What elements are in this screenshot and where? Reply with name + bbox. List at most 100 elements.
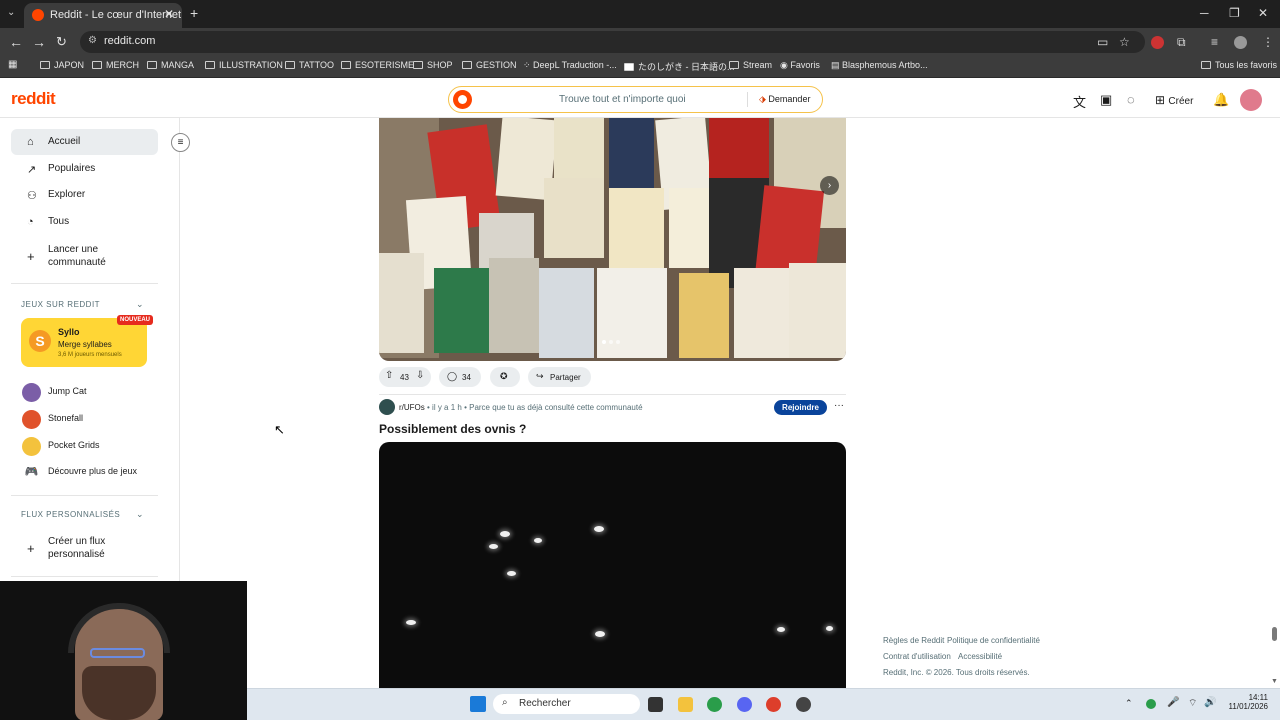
install-app-icon[interactable]: ▭ <box>1097 35 1108 49</box>
ads-icon[interactable]: ▣ <box>1100 92 1112 108</box>
restore-icon[interactable]: ❐ <box>1229 6 1240 20</box>
bookmark-esoterisme[interactable]: ESOTERISME <box>341 60 414 70</box>
file-explorer-icon[interactable] <box>678 697 693 712</box>
reddit-logo[interactable]: reddit <box>11 89 56 109</box>
app-icon[interactable] <box>796 697 811 712</box>
collapse-sidebar-icon[interactable]: ≡ <box>171 133 190 152</box>
translate-icon[interactable]: 文 <box>1073 92 1086 111</box>
bookmark-shop[interactable]: SHOP <box>413 60 453 70</box>
downvote-icon[interactable]: ⇩ <box>416 370 424 381</box>
game-tagline: Merge syllabes <box>58 340 112 349</box>
browser-tab[interactable]: Reddit - Le cœur d'Internet ✕ <box>24 3 182 28</box>
jump-cat-icon <box>22 383 41 402</box>
close-tab-icon[interactable]: ✕ <box>164 7 174 21</box>
minimize-icon[interactable]: ─ <box>1200 6 1209 20</box>
sidebar-item-explore[interactable]: ⚇ Explorer <box>11 182 158 208</box>
carousel-dot[interactable] <box>602 340 606 344</box>
chevron-down-icon[interactable]: ⌄ <box>136 509 144 520</box>
chevron-down-icon[interactable]: ⌄ <box>136 299 144 310</box>
forward-icon[interactable]: → <box>32 34 46 50</box>
search-input[interactable]: Trouve tout et n'importe quoi ⬗ Demander <box>448 86 823 113</box>
tray-overflow-icon[interactable]: ⌃ <box>1125 698 1133 709</box>
wifi-icon[interactable]: ⌔ <box>1188 697 1197 710</box>
back-icon[interactable]: ← <box>9 34 23 50</box>
comments-button[interactable]: ◯ 34 <box>439 367 481 387</box>
bookmark-illustration[interactable]: ILLUSTRATION <box>205 60 283 70</box>
extensions-icon[interactable]: ⧉ <box>1177 35 1186 50</box>
chat-icon[interactable]: ◌ <box>1127 92 1135 107</box>
footer-accessibility-link[interactable]: Accessibilité <box>958 652 1002 661</box>
subreddit-icon[interactable] <box>379 399 395 415</box>
share-button[interactable]: ↪ Partager <box>528 367 591 387</box>
award-button[interactable]: ✪ <box>490 367 520 387</box>
subreddit-name[interactable]: r/UFOs <box>399 403 425 412</box>
create-community-button[interactable]: + Lancer une communauté <box>11 240 158 272</box>
volume-icon[interactable]: 🔊 <box>1204 697 1216 708</box>
post-title[interactable]: Possiblement des ovnis ? <box>379 422 526 436</box>
sidebar-item-label: Populaires <box>48 163 96 174</box>
footer-rules-link[interactable]: Règles de Reddit <box>883 636 944 645</box>
bookmark-star-icon[interactable]: ☆ <box>1119 35 1130 49</box>
bookmark-deepl[interactable]: ⁘ DeepL Traduction -... <box>523 60 617 71</box>
bookmark-favoris[interactable]: ◉ Favoris <box>780 60 820 71</box>
taskbar-clock[interactable]: 14:11 11/01/2026 <box>1226 693 1268 711</box>
upvote-icon[interactable]: ⇧ <box>385 370 393 381</box>
sidebar-item-all[interactable]: ◔ Tous <box>11 209 158 235</box>
tab-list-icon[interactable]: ⌄ <box>7 7 15 18</box>
footer-privacy-link[interactable]: Politique de confidentialité <box>947 636 1040 645</box>
new-tab-icon[interactable]: + <box>190 5 198 21</box>
bookmark-japon[interactable]: JAPON <box>40 60 84 70</box>
bookmark-tanoshigaki[interactable]: たのしがき - 日本語の... <box>624 60 735 73</box>
window-close-icon[interactable]: ✕ <box>1258 6 1268 20</box>
sidebar-item-home[interactable]: ⌂ Accueil <box>11 129 158 155</box>
discord-icon[interactable] <box>737 697 752 712</box>
post-video[interactable] <box>379 442 846 688</box>
bookmark-tattoo[interactable]: TATTOO <box>285 60 334 70</box>
scrollbar-thumb[interactable] <box>1272 627 1277 641</box>
more-options-icon[interactable]: ··· <box>834 400 844 411</box>
carousel-dot[interactable] <box>609 340 613 344</box>
taskbar-search-input[interactable]: ⌕ Rechercher <box>493 694 640 714</box>
profile-icon[interactable] <box>1234 36 1247 49</box>
post-image-carousel[interactable] <box>379 118 846 361</box>
create-button[interactable]: ⊞ Créer <box>1155 93 1193 107</box>
apps-icon[interactable]: ▦ <box>8 59 17 70</box>
site-info-icon[interactable]: ⚙ <box>88 35 97 46</box>
bookmark-all[interactable]: Tous les favoris <box>1201 60 1277 70</box>
scroll-down-arrow-icon[interactable]: ▼ <box>1271 678 1278 685</box>
light-spot <box>534 538 542 543</box>
pocket-grids-icon <box>22 437 41 456</box>
chrome-app-icon[interactable] <box>766 697 781 712</box>
search-placeholder: Trouve tout et n'importe quoi <box>559 94 686 105</box>
gamepad-icon: 🎮 <box>24 466 39 478</box>
bookmark-gestion[interactable]: GESTION <box>462 60 517 70</box>
reload-icon[interactable]: ↻ <box>56 34 67 50</box>
carousel-dot[interactable] <box>616 340 620 344</box>
menu-icon[interactable]: ⋮ <box>1262 35 1274 49</box>
ask-button[interactable]: ⬗ Demander <box>759 94 810 105</box>
extension-badge-icon[interactable] <box>1151 36 1164 49</box>
bookmark-manga[interactable]: MANGA <box>147 60 194 70</box>
bookmark-stream[interactable]: Stream <box>729 60 772 70</box>
folder-icon <box>1201 61 1211 69</box>
address-bar[interactable]: ⚙ reddit.com <box>80 31 1145 53</box>
windows-start-icon[interactable] <box>470 696 486 712</box>
post-time: il y a 1 h <box>432 403 462 412</box>
carousel-next-icon[interactable]: › <box>820 176 839 195</box>
featured-game-card[interactable]: S Syllo Merge syllabes 3,6 M joueurs men… <box>21 315 154 367</box>
games-section-title: JEUX SUR REDDIT <box>21 300 101 309</box>
chrome-icon[interactable] <box>707 697 722 712</box>
sidebar-item-popular[interactable]: ↗ Populaires <box>11 156 158 182</box>
bookmark-blasphemous[interactable]: ▤ Blasphemous Artbo... <box>831 60 928 71</box>
media-icon[interactable]: ≡ <box>1211 35 1218 49</box>
footer-terms-link[interactable]: Contrat d'utilisation <box>883 652 951 661</box>
create-feed-button[interactable]: + Créer un flux personnalisé <box>11 533 158 563</box>
join-button[interactable]: Rejoindre <box>774 400 827 415</box>
network-icon[interactable]: 🎤 <box>1167 697 1179 708</box>
notifications-icon[interactable]: 🔔 <box>1213 92 1229 108</box>
avatar[interactable] <box>1240 89 1262 111</box>
security-tray-icon[interactable] <box>1146 699 1156 709</box>
bookmark-merch[interactable]: MERCH <box>92 60 139 70</box>
share-icon: ↪ <box>536 371 544 381</box>
task-view-icon[interactable] <box>648 697 663 712</box>
